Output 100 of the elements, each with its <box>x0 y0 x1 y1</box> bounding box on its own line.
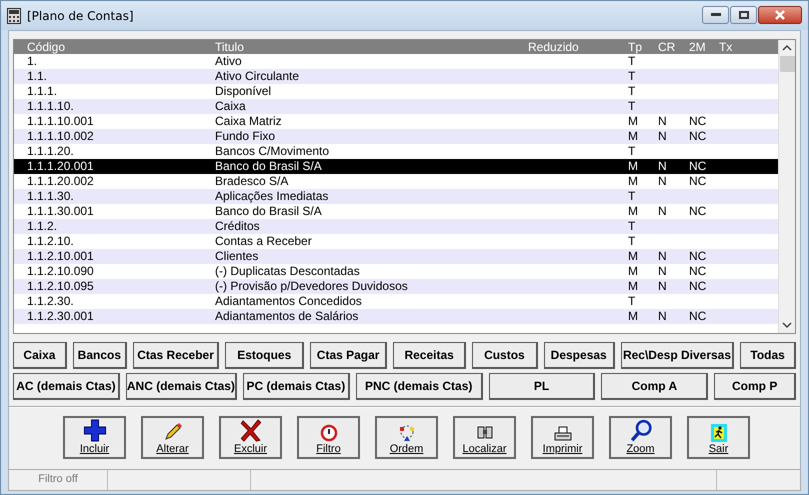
filter-button[interactable]: Bancos <box>72 342 127 369</box>
window-title: [Plano de Contas] <box>27 8 134 22</box>
scroll-thumb[interactable] <box>780 56 794 72</box>
table-row[interactable]: 1.1.2.30. Adiantamentos Concedidos T <box>14 294 778 309</box>
toolbar-button[interactable]: Alterar <box>141 416 204 459</box>
filter-button[interactable]: Caixa <box>13 342 67 369</box>
table-cell-text: 1.1.2. <box>26 219 58 234</box>
filter-button[interactable]: Comp A <box>601 373 708 400</box>
scrollbar[interactable] <box>778 40 795 333</box>
toolbar-button[interactable]: Imprimir <box>531 416 594 459</box>
toolbar-button[interactable]: Ordem <box>375 416 438 459</box>
table-cell-text: 1. <box>26 54 38 69</box>
table-row[interactable]: 1.1.2.30.001 Adiantamentos de Salários M N NC <box>14 309 778 324</box>
table-cell-text: M <box>627 159 639 174</box>
table-cell-text: T <box>627 189 636 204</box>
table-cell-text: T <box>627 144 636 159</box>
table-cell-text: 1.1.1.10. <box>26 99 75 114</box>
filter-button[interactable]: AC (demais Ctas) <box>13 373 120 400</box>
column-header[interactable]: Reduzido <box>515 40 615 54</box>
filter-button[interactable]: Despesas <box>544 342 615 369</box>
minimize-button[interactable] <box>702 6 729 24</box>
table-cell-text: NC <box>688 204 706 219</box>
table-cell-text: Banco do Brasil S/A <box>214 204 323 219</box>
toolbar-button[interactable]: Sair <box>687 416 750 459</box>
scroll-down-icon[interactable] <box>782 321 792 329</box>
table-cell-text: NC <box>688 279 706 294</box>
table-row[interactable]: 1.1. Ativo Circulante T <box>14 69 778 84</box>
toolbar-button[interactable]: Incluir <box>63 416 126 459</box>
table-row[interactable]: 1. Ativo T <box>14 54 778 69</box>
table-cell-text: NC <box>688 114 706 129</box>
column-header[interactable]: Código <box>14 40 202 54</box>
table-cell-text: M <box>627 129 639 144</box>
table-row[interactable]: 1.1.2.10.090 (-) Duplicatas Descontadas M N NC <box>14 264 778 279</box>
filter-button[interactable]: Estoques <box>225 342 304 369</box>
toolbar-button[interactable]: Localizar <box>453 416 516 459</box>
table-cell-text: T <box>627 84 636 99</box>
table-cell-text: 1.1.1.30. <box>26 189 75 204</box>
table-cell-text: NC <box>688 129 706 144</box>
table-cell-text: 1.1.1.20. <box>26 144 75 159</box>
running-man-icon <box>710 424 726 442</box>
table-cell-text: M <box>627 204 639 219</box>
table-row[interactable]: 1.1.1.10. Caixa T <box>14 99 778 114</box>
table-cell-text: N <box>657 129 668 144</box>
table-row[interactable]: 1.1.1.20.002 Bradesco S/A M N NC <box>14 174 778 189</box>
sort-icon <box>398 424 416 442</box>
maximize-button[interactable] <box>730 6 757 24</box>
table-row[interactable]: 1.1.1.10.002 Fundo Fixo M N NC <box>14 129 778 144</box>
column-header[interactable]: 2M <box>676 40 706 54</box>
table-row[interactable]: 1.1.2. Créditos T <box>14 219 778 234</box>
table-cell-text: 1.1.1.30.001 <box>26 204 95 219</box>
column-header[interactable]: Titulo <box>202 40 515 54</box>
scroll-up-icon[interactable] <box>782 44 792 52</box>
table-row[interactable]: 1.1.1.20.001 Banco do Brasil S/A M N NC <box>14 159 778 174</box>
table-row[interactable]: 1.1.2.10.095 (-) Provisão p/Devedores Duvidosos M N NC <box>14 279 778 294</box>
table-cell-text: Fundo Fixo <box>214 129 276 144</box>
filter-button[interactable]: Ctas Pagar <box>310 342 388 369</box>
column-header[interactable]: Tp <box>615 40 645 54</box>
toolbar-button[interactable]: Filtro <box>297 416 360 459</box>
filter-button[interactable]: Rec\Desp Diversas <box>620 342 734 369</box>
table-cell-text: N <box>657 204 668 219</box>
pencil-icon <box>162 422 182 442</box>
table-cell-text: M <box>627 174 639 189</box>
table-row[interactable]: 1.1.1.20. Bancos C/Movimento T <box>14 144 778 159</box>
table-row[interactable]: 1.1.2.10. Contas a Receber T <box>14 234 778 249</box>
toolbar-button[interactable]: Zoom <box>609 416 672 459</box>
filter-button[interactable]: Custos <box>472 342 538 369</box>
table-cell-text: M <box>627 279 639 294</box>
table-cell-text: 1.1.1.10.002 <box>26 129 95 144</box>
table-cell-text: Ativo Circulante <box>214 69 300 84</box>
filter-button[interactable]: Ctas Receber <box>132 342 220 369</box>
filter-button[interactable]: PNC (demais Ctas) <box>356 373 483 400</box>
filter-button[interactable]: ANC (demais Ctas) <box>126 373 237 400</box>
filter-button[interactable]: Receitas <box>393 342 466 369</box>
table-row[interactable]: 1.1.1.30.001 Banco do Brasil S/A M N NC <box>14 204 778 219</box>
table-cell-text: Bancos C/Movimento <box>214 144 330 159</box>
table-cell-text: 1.1.2.10.001 <box>26 249 95 264</box>
table-row[interactable]: 1.1.1. Disponível T <box>14 84 778 99</box>
column-header[interactable]: CR <box>645 40 676 54</box>
table-row[interactable]: 1.1.2.10.001 Clientes M N NC <box>14 249 778 264</box>
table-cell-text: N <box>657 174 668 189</box>
table-cell-text: 1.1.2.30. <box>26 294 75 309</box>
calculator-icon <box>7 8 21 24</box>
table-cell-text: Adiantamentos Concedidos <box>214 294 363 309</box>
close-button[interactable] <box>758 6 802 24</box>
table-cell-text: T <box>627 99 636 114</box>
filter-button[interactable]: PC (demais Ctas) <box>242 373 350 400</box>
table-cell-text: Ativo <box>214 54 243 69</box>
table-cell-text: T <box>627 294 636 309</box>
table-cell-text: 1.1. <box>26 69 48 84</box>
table-cell-text: Contas a Receber <box>214 234 313 249</box>
cross-icon <box>238 419 262 442</box>
filter-button[interactable]: Todas <box>740 342 796 369</box>
filter-button[interactable]: Comp P <box>714 373 796 400</box>
column-header[interactable]: Tx <box>706 40 736 54</box>
table-row[interactable]: 1.1.1.10.001 Caixa Matriz M N NC <box>14 114 778 129</box>
table-row[interactable]: 1.1.1.30. Aplicações Imediatas T <box>14 189 778 204</box>
table-cell-text: M <box>627 264 639 279</box>
table-cell-text: NC <box>688 264 706 279</box>
filter-button[interactable]: PL <box>488 373 596 400</box>
toolbar-button[interactable]: Excluir <box>219 416 282 459</box>
